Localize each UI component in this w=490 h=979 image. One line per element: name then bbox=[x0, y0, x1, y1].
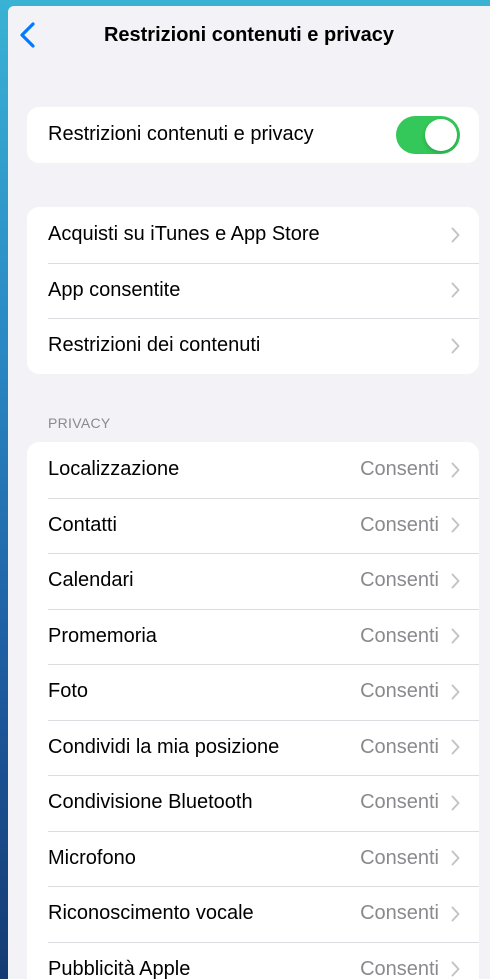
chevron-right-icon bbox=[451, 628, 460, 644]
privacy-row-bluetooth[interactable]: Condivisione Bluetooth Consenti bbox=[27, 775, 479, 831]
row-label: Acquisti su iTunes e App Store bbox=[48, 223, 320, 246]
chevron-right-icon bbox=[451, 684, 460, 700]
privacy-row-pubblicita-apple[interactable]: Pubblicità Apple Consenti bbox=[27, 941, 479, 979]
privacy-section-header: PRIVACY bbox=[48, 415, 111, 431]
row-label: Pubblicità Apple bbox=[48, 957, 191, 979]
row-value: Consenti bbox=[360, 846, 439, 869]
row-value: Consenti bbox=[360, 624, 439, 647]
privacy-group: Localizzazione Consenti Contatti Consent… bbox=[27, 442, 479, 979]
row-label: Microfono bbox=[48, 846, 136, 869]
row-allowed-apps[interactable]: App consentite bbox=[27, 262, 479, 319]
privacy-row-riconoscimento-vocale[interactable]: Riconoscimento vocale Consenti bbox=[27, 886, 479, 942]
chevron-right-icon bbox=[451, 961, 460, 977]
chevron-right-icon bbox=[451, 462, 460, 478]
row-label: Calendari bbox=[48, 569, 134, 592]
privacy-row-localizzazione[interactable]: Localizzazione Consenti bbox=[27, 442, 479, 498]
store-settings-group: Acquisti su iTunes e App Store App conse… bbox=[27, 207, 479, 374]
chevron-right-icon bbox=[451, 795, 460, 811]
privacy-row-microfono[interactable]: Microfono Consenti bbox=[27, 830, 479, 887]
chevron-right-icon bbox=[451, 338, 460, 354]
row-label: Restrizioni dei contenuti bbox=[48, 334, 261, 357]
privacy-row-condividi-posizione[interactable]: Condividi la mia posizione Consenti bbox=[27, 719, 479, 776]
row-value: Consenti bbox=[360, 791, 439, 814]
row-label: Condivisione Bluetooth bbox=[48, 791, 253, 814]
toggle-knob bbox=[425, 118, 457, 151]
chevron-right-icon bbox=[451, 573, 460, 589]
row-value: Consenti bbox=[360, 569, 439, 592]
row-label: Localizzazione bbox=[48, 458, 180, 481]
navigation-bar: Restrizioni contenuti e privacy bbox=[8, 6, 490, 66]
privacy-row-foto[interactable]: Foto Consenti bbox=[27, 664, 479, 720]
chevron-right-icon bbox=[451, 282, 460, 298]
row-value: Consenti bbox=[360, 513, 439, 536]
row-value: Consenti bbox=[360, 902, 439, 925]
chevron-right-icon bbox=[451, 739, 460, 755]
row-value: Consenti bbox=[360, 680, 439, 703]
chevron-right-icon bbox=[451, 227, 460, 243]
row-label: Riconoscimento vocale bbox=[48, 902, 254, 925]
privacy-row-promemoria[interactable]: Promemoria Consenti bbox=[27, 608, 479, 665]
row-value: Consenti bbox=[360, 957, 439, 979]
row-itunes-app-store[interactable]: Acquisti su iTunes e App Store bbox=[27, 207, 479, 263]
row-label: Foto bbox=[48, 680, 89, 703]
row-label: Promemoria bbox=[48, 624, 157, 647]
row-label: Contatti bbox=[48, 513, 117, 536]
restrictions-toggle[interactable] bbox=[396, 115, 460, 154]
master-toggle-group: Restrizioni contenuti e privacy bbox=[27, 107, 479, 163]
settings-screen: Restrizioni contenuti e privacy Restrizi… bbox=[8, 6, 490, 979]
row-content-restrictions[interactable]: Restrizioni dei contenuti bbox=[27, 318, 479, 374]
chevron-right-icon bbox=[451, 850, 460, 866]
master-restrictions-row[interactable]: Restrizioni contenuti e privacy bbox=[27, 107, 479, 163]
row-label: Condividi la mia posizione bbox=[48, 735, 280, 758]
privacy-row-calendari[interactable]: Calendari Consenti bbox=[27, 553, 479, 609]
privacy-row-contatti[interactable]: Contatti Consenti bbox=[27, 497, 479, 554]
row-value: Consenti bbox=[360, 458, 439, 481]
master-restrictions-label: Restrizioni contenuti e privacy bbox=[48, 123, 314, 146]
chevron-right-icon bbox=[451, 517, 460, 533]
page-title: Restrizioni contenuti e privacy bbox=[103, 24, 395, 46]
row-label: App consentite bbox=[48, 278, 181, 301]
row-value: Consenti bbox=[360, 735, 439, 758]
chevron-right-icon bbox=[451, 906, 460, 922]
